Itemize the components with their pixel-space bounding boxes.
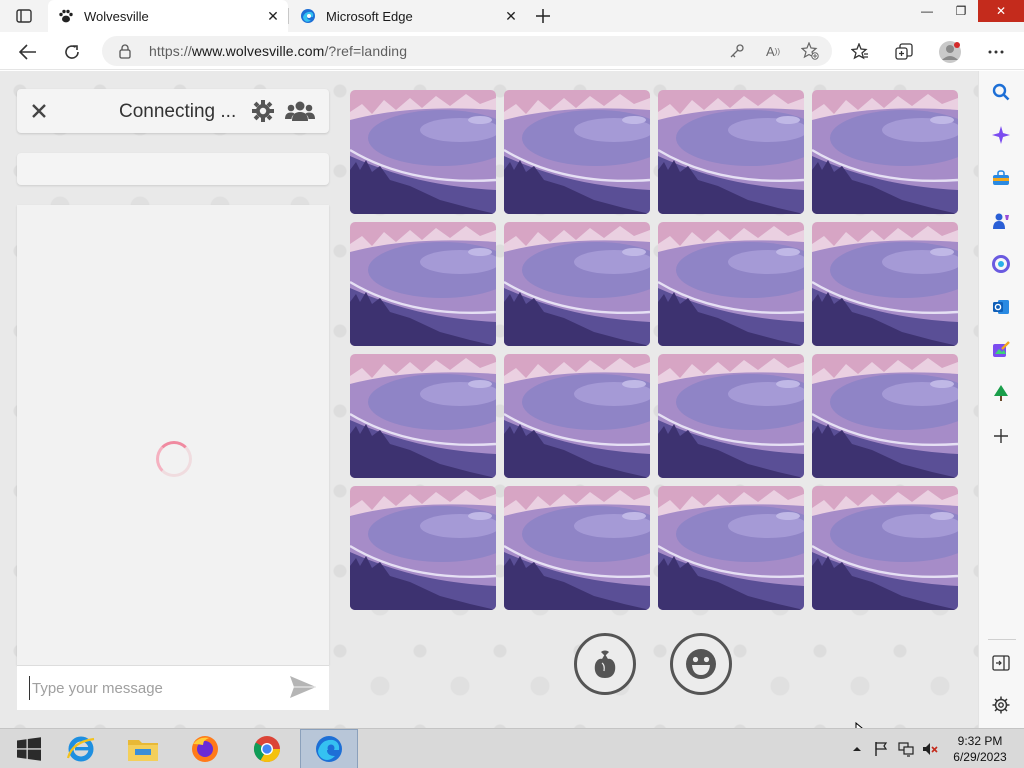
outlook-icon[interactable] xyxy=(990,296,1012,318)
player-card[interactable] xyxy=(350,354,496,478)
refresh-icon[interactable] xyxy=(59,39,85,65)
player-card[interactable] xyxy=(504,354,650,478)
edge-taskbar-icon[interactable] xyxy=(300,729,358,768)
edge-icon xyxy=(300,8,316,24)
browser-tab-strip: Wolvesville ✕ Microsoft Edge ✕ — ❐ ✕ xyxy=(0,0,1024,32)
chat-input-bar xyxy=(17,665,329,710)
flag-icon[interactable] xyxy=(872,729,890,768)
player-card[interactable] xyxy=(812,486,958,610)
player-card[interactable] xyxy=(812,222,958,346)
chat-header: Connecting ... xyxy=(17,89,329,133)
close-window-icon[interactable]: ✕ xyxy=(978,0,1024,22)
new-tab-plus-icon[interactable] xyxy=(532,5,554,27)
add-favorite-icon[interactable] xyxy=(799,41,821,61)
designer-icon[interactable] xyxy=(990,339,1012,361)
back-arrow-icon[interactable] xyxy=(15,39,41,65)
smiley-icon xyxy=(686,649,716,679)
send-icon[interactable] xyxy=(289,675,317,701)
wolvesville-game-area: Connecting ... xyxy=(0,71,978,728)
url-path: /?ref=landing xyxy=(324,43,408,59)
windows-taskbar: 9:32 PM 6/29/2023 xyxy=(0,728,1024,768)
read-aloud-icon[interactable]: A)) xyxy=(762,41,784,61)
address-url[interactable]: https://www.wolvesville.com/?ref=landing xyxy=(149,43,407,59)
key-icon[interactable] xyxy=(726,41,748,61)
message-input[interactable] xyxy=(29,676,279,700)
player-card[interactable] xyxy=(812,90,958,214)
copilot-sparkle-icon[interactable] xyxy=(990,124,1012,146)
system-clock[interactable]: 9:32 PM 6/29/2023 xyxy=(944,733,1016,765)
clock-time: 9:32 PM xyxy=(957,734,1003,748)
edge-sidebar xyxy=(978,71,1024,728)
hide-sidebar-icon[interactable] xyxy=(990,652,1012,674)
browser-toolbar: https://www.wolvesville.com/?ref=landing… xyxy=(0,32,1024,70)
url-prefix: https:// xyxy=(149,43,192,59)
tab-close-icon[interactable]: ✕ xyxy=(264,7,282,25)
tab-close-icon[interactable]: ✕ xyxy=(502,7,520,25)
gear-icon[interactable] xyxy=(251,99,277,125)
rose-gift-button[interactable] xyxy=(574,633,636,695)
emoji-button[interactable] xyxy=(670,633,732,695)
tab-title: Microsoft Edge xyxy=(326,8,413,24)
volume-muted-icon[interactable] xyxy=(920,729,940,768)
show-hidden-icons-icon[interactable] xyxy=(850,729,864,768)
shopping-bag-icon[interactable] xyxy=(990,167,1012,189)
favorites-icon[interactable] xyxy=(847,39,873,65)
player-card[interactable] xyxy=(504,222,650,346)
internet-explorer-icon[interactable] xyxy=(52,729,110,768)
chrome-icon[interactable] xyxy=(238,729,296,768)
player-card-grid xyxy=(350,90,960,613)
url-host: www.wolvesville.com xyxy=(191,43,325,59)
rose-icon xyxy=(594,650,616,678)
connection-status: Connecting ... xyxy=(119,101,237,122)
clock-date: 6/29/2023 xyxy=(953,750,1007,764)
close-icon[interactable] xyxy=(27,99,51,123)
player-card[interactable] xyxy=(350,222,496,346)
add-sidebar-app-icon[interactable] xyxy=(990,425,1012,447)
profile-avatar[interactable] xyxy=(937,39,963,65)
microsoft365-icon[interactable] xyxy=(990,253,1012,275)
player-card[interactable] xyxy=(504,90,650,214)
restore-icon[interactable]: ❐ xyxy=(944,0,978,22)
player-card[interactable] xyxy=(658,90,804,214)
tab-title: Wolvesville xyxy=(84,8,149,24)
tab-separator xyxy=(288,8,289,24)
firefox-icon[interactable] xyxy=(176,729,234,768)
search-icon[interactable] xyxy=(990,81,1012,103)
more-options-icon[interactable] xyxy=(983,39,1009,65)
start-windows-icon[interactable] xyxy=(0,729,58,768)
player-card[interactable] xyxy=(812,354,958,478)
player-card[interactable] xyxy=(658,486,804,610)
minimize-icon[interactable]: — xyxy=(910,0,944,22)
network-icon[interactable] xyxy=(896,729,916,768)
settings-gear-icon[interactable] xyxy=(990,694,1012,716)
paw-icon xyxy=(58,8,74,24)
loading-spinner xyxy=(156,441,192,477)
player-card[interactable] xyxy=(504,486,650,610)
tab-actions-icon[interactable] xyxy=(8,6,40,26)
chat-info-bar xyxy=(17,153,329,185)
player-card[interactable] xyxy=(658,222,804,346)
tree-icon[interactable] xyxy=(990,382,1012,404)
player-card[interactable] xyxy=(350,90,496,214)
sidebar-divider xyxy=(988,639,1016,640)
file-explorer-icon[interactable] xyxy=(114,729,172,768)
address-bar[interactable]: https://www.wolvesville.com/?ref=landing… xyxy=(102,36,832,66)
players-group-icon[interactable] xyxy=(285,99,317,125)
tab-wolvesville[interactable]: Wolvesville ✕ xyxy=(48,0,288,32)
chat-messages-panel xyxy=(17,205,329,665)
games-icon[interactable] xyxy=(990,210,1012,232)
player-card[interactable] xyxy=(350,486,496,610)
tab-microsoft-edge[interactable]: Microsoft Edge ✕ xyxy=(290,0,526,32)
lock-icon[interactable] xyxy=(118,43,132,64)
window-controls: — ❐ ✕ xyxy=(910,0,1024,24)
player-card[interactable] xyxy=(658,354,804,478)
collections-icon[interactable] xyxy=(891,39,917,65)
